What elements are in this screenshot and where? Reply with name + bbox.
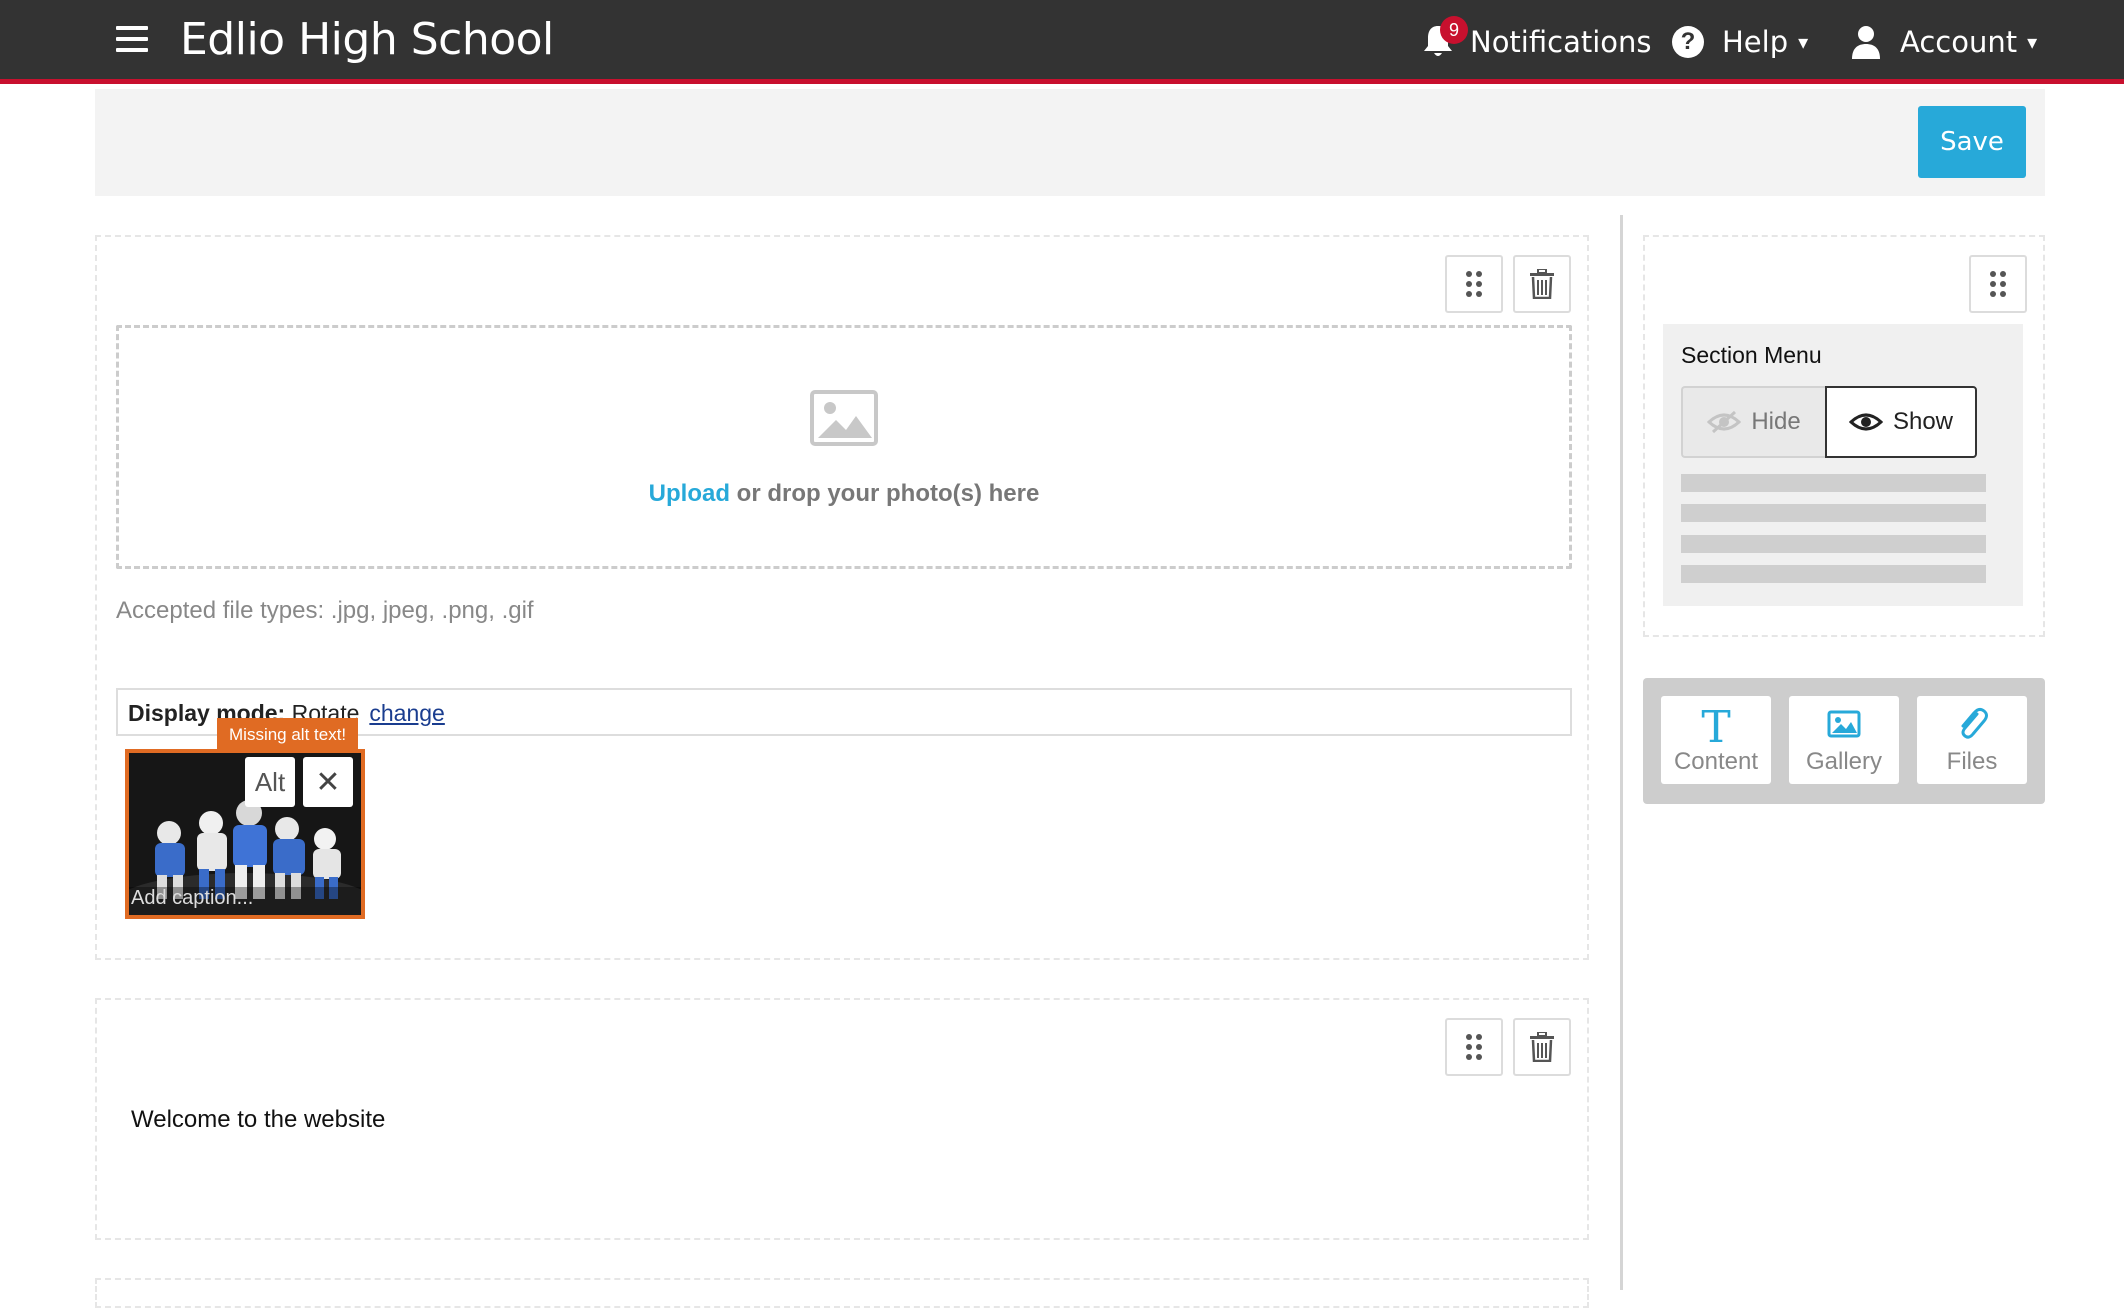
add-gallery-label: Gallery xyxy=(1805,748,1883,775)
drag-handle-icon[interactable] xyxy=(1445,1018,1503,1076)
eye-slash-icon xyxy=(1707,410,1742,434)
help-label: Help xyxy=(1722,25,1789,59)
account-label: Account xyxy=(1900,25,2018,59)
alt-text-button[interactable]: Alt xyxy=(245,757,295,807)
caption-input[interactable]: Add caption... xyxy=(129,887,361,915)
image-placeholder-icon xyxy=(810,390,878,446)
notification-count-badge: 9 xyxy=(1440,16,1468,44)
column-divider xyxy=(1620,215,1623,1290)
editor-toolbar: Save xyxy=(95,89,2045,196)
bell-icon: 9 xyxy=(1418,16,1468,62)
menu-placeholder-line xyxy=(1681,565,1986,583)
notifications-button[interactable]: 9 Notifications xyxy=(1418,16,1652,64)
visibility-toggle: Hide Show xyxy=(1681,386,1977,458)
chevron-down-icon: ▾ xyxy=(1798,30,1809,54)
remove-photo-icon[interactable]: ✕ xyxy=(303,757,353,807)
show-label: Show xyxy=(1892,408,1954,435)
chevron-down-icon: ▾ xyxy=(2027,30,2038,54)
help-icon: ? xyxy=(1672,26,1704,58)
notifications-label: Notifications xyxy=(1470,25,1652,59)
user-icon xyxy=(1852,26,1880,59)
section-menu-block: Section Menu Hide Show xyxy=(1643,235,2045,637)
photo-thumbnail[interactable]: Alt ✕ Add caption... xyxy=(125,749,365,919)
upload-link[interactable]: Upload xyxy=(649,480,730,507)
change-display-mode-link[interactable]: change xyxy=(369,700,444,726)
hide-label: Hide xyxy=(1751,408,1801,435)
add-block-panel: T Content Gallery Files xyxy=(1643,678,2045,804)
content-block xyxy=(95,1278,1589,1308)
add-content-button[interactable]: T Content xyxy=(1661,696,1771,784)
drag-handle-icon[interactable] xyxy=(1445,255,1503,313)
site-title[interactable]: Edlio High School xyxy=(180,14,554,65)
text-icon: T xyxy=(1701,704,1730,746)
section-menu-panel: Section Menu Hide Show xyxy=(1663,324,2023,606)
hamburger-menu-icon[interactable] xyxy=(116,26,148,56)
paperclip-icon xyxy=(1961,707,1988,739)
account-menu-button[interactable]: Account ▾ xyxy=(1850,20,2037,64)
image-icon xyxy=(1827,710,1861,738)
drop-text: or drop your photo(s) here xyxy=(730,480,1040,507)
photo-dropzone[interactable]: Upload or drop your photo(s) here xyxy=(116,325,1572,569)
show-button[interactable]: Show xyxy=(1825,386,1977,458)
menu-placeholder-line xyxy=(1681,504,1986,522)
add-gallery-button[interactable]: Gallery xyxy=(1789,696,1899,784)
add-content-label: Content xyxy=(1673,748,1759,775)
svg-text:T: T xyxy=(1701,704,1730,746)
hide-button[interactable]: Hide xyxy=(1681,386,1825,458)
menu-placeholder-line xyxy=(1681,474,1986,492)
dropzone-instructions: Upload or drop your photo(s) here xyxy=(119,480,1569,508)
drag-handle-icon[interactable] xyxy=(1969,255,2027,313)
menu-placeholder-line xyxy=(1681,535,1986,553)
photo-content-block: Upload or drop your photo(s) here Accept… xyxy=(95,235,1589,960)
missing-alt-text-warning: Missing alt text! xyxy=(217,718,359,752)
accepted-file-types: Accepted file types: .jpg, jpeg, .png, .… xyxy=(116,597,534,624)
section-menu-title: Section Menu xyxy=(1681,342,1822,368)
block-text[interactable]: Welcome to the website xyxy=(131,1106,385,1134)
save-button[interactable]: Save xyxy=(1918,106,2026,178)
trash-icon[interactable] xyxy=(1513,255,1571,313)
text-content-block: Welcome to the website xyxy=(95,998,1589,1240)
help-menu-button[interactable]: ? Help ▾ xyxy=(1672,20,1808,64)
trash-icon[interactable] xyxy=(1513,1018,1571,1076)
add-files-label: Files xyxy=(1946,748,1998,775)
eye-icon xyxy=(1848,413,1883,431)
top-navigation-bar: Edlio High School 9 Notifications ? Help… xyxy=(0,0,2124,84)
add-files-button[interactable]: Files xyxy=(1917,696,2027,784)
